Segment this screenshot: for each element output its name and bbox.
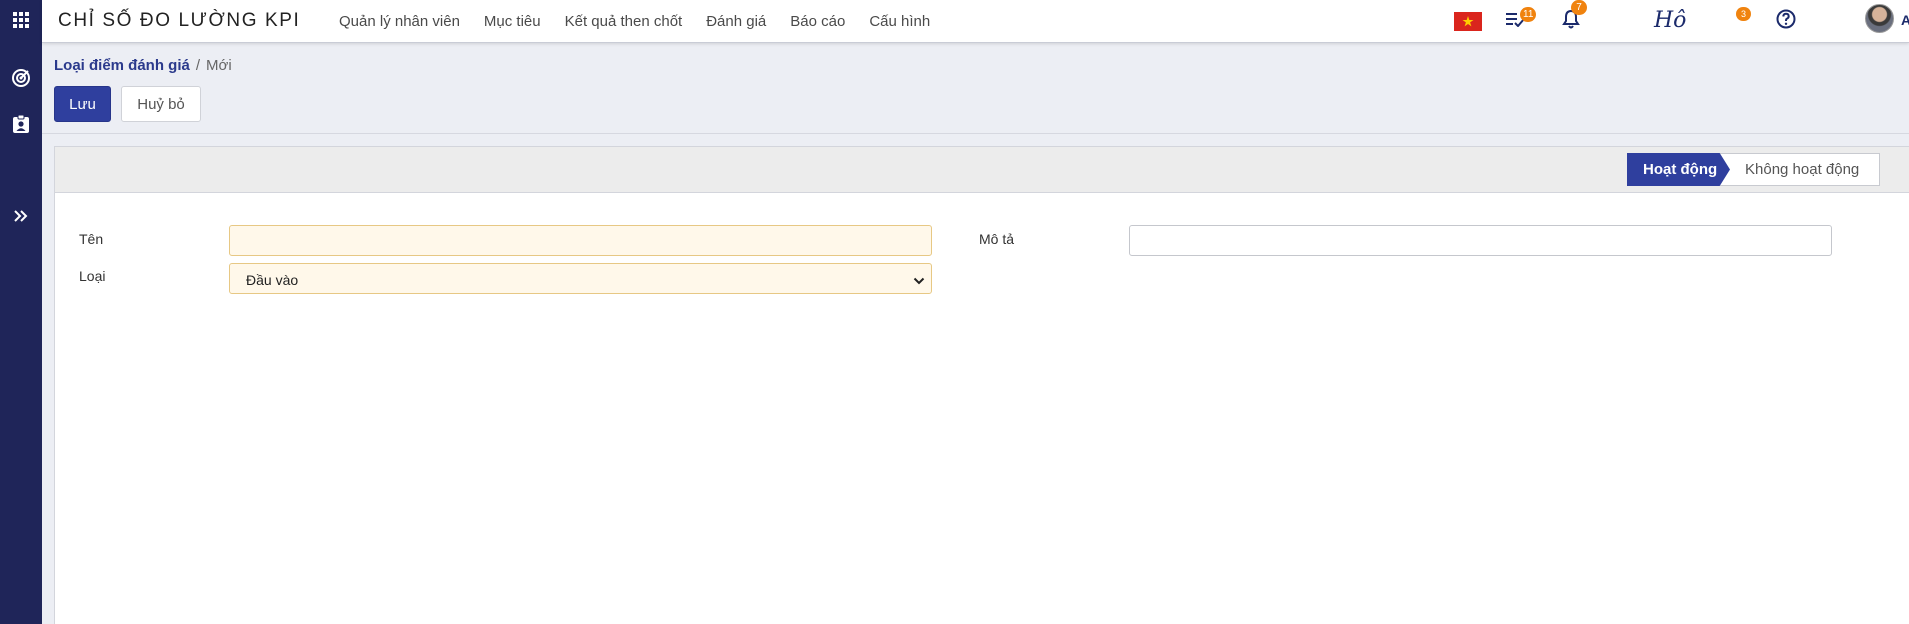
form-statusbar: Không hoạt động Hoạt động [55,147,1909,193]
target-icon[interactable] [0,60,42,96]
menu-key-results[interactable]: Kết quả then chốt [565,13,683,30]
save-button[interactable]: Lưu [54,86,111,122]
help-button[interactable] [1772,0,1800,43]
menu-evaluation[interactable]: Đánh giá [706,13,766,30]
signature-text: Hô [1654,8,1687,33]
type-select[interactable]: Đầu vào [229,263,932,294]
status-active-button[interactable]: Hoạt động [1627,153,1730,186]
form-sheet: Không hoạt động Hoạt động Tên Loại Đầu v… [54,146,1909,624]
name-label: Tên [79,231,104,247]
breadcrumb-parent-link[interactable]: Loại điểm đánh giá [54,57,190,74]
description-label: Mô tả [979,231,1015,247]
top-navbar: CHỈ SỐ ĐO LƯỜNG KPI Quản lý nhân viên Mụ… [42,0,1909,43]
activities-count-badge: 11 [1520,7,1537,22]
menu-objectives[interactable]: Mục tiêu [484,13,541,30]
app-title[interactable]: CHỈ SỐ ĐO LƯỜNG KPI [58,10,300,32]
description-input[interactable] [1129,225,1832,256]
menu-configuration[interactable]: Cấu hình [869,13,930,30]
status-inactive-button[interactable]: Không hoạt động [1720,153,1880,186]
control-panel-divider [42,133,1909,134]
main-menu: Quản lý nhân viên Mục tiêu Kết quả then … [339,0,954,43]
apps-grid-icon[interactable] [0,2,42,38]
breadcrumb-current: Mới [206,57,232,74]
left-sidebar [0,0,42,624]
notifications-count-badge: 7 [1571,0,1587,15]
chevron-down-icon [913,273,925,289]
breadcrumb: Loại điểm đánh giá / Mới [54,57,232,74]
double-chevron-right-icon[interactable] [0,198,42,234]
clipboard-user-icon[interactable] [0,106,42,142]
type-label: Loại [79,268,106,284]
menu-employee-management[interactable]: Quản lý nhân viên [339,13,460,30]
vietnam-flag-icon[interactable] [1452,0,1484,43]
user-name[interactable]: Admin [1901,12,1909,28]
avatar[interactable] [1865,4,1894,33]
type-select-value: Đầu vào [246,272,299,288]
question-circle-icon [1776,9,1796,34]
breadcrumb-separator: / [195,57,201,74]
menu-reports[interactable]: Báo cáo [790,13,845,30]
discard-button[interactable]: Huỷ bỏ [121,86,201,122]
name-input[interactable] [229,225,932,256]
extra-count-badge[interactable]: 3 [1736,7,1751,21]
